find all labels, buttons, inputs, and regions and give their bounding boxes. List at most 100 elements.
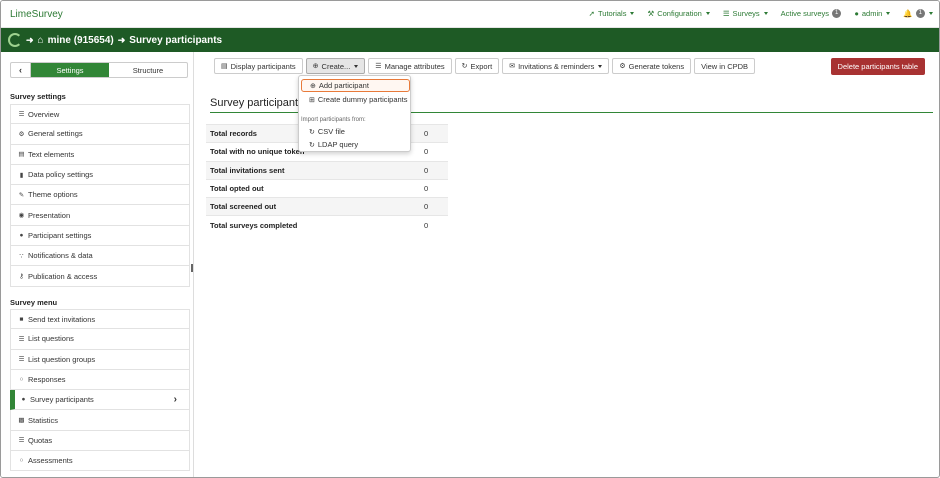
survey-settings-heading: Survey settings (10, 92, 66, 101)
list-icon: ☰ (722, 9, 730, 18)
plus-circle-icon: ⊕ (312, 63, 319, 70)
sidebar-item-publication[interactable]: ⚷ Publication & access (10, 266, 190, 287)
list-icon: ☰ (18, 356, 25, 364)
invitations-dropdown-button[interactable]: ✉ Invitations & reminders (502, 58, 610, 74)
configuration-label: Configuration (657, 9, 702, 18)
sidebar-item-statistics[interactable]: ▩ Statistics (10, 410, 190, 431)
collapse-sidebar-button[interactable]: ‹ (11, 63, 31, 77)
home-icon[interactable]: ⌂ (38, 35, 44, 46)
configuration-menu[interactable]: ⚒ Configuration (647, 9, 710, 18)
brand-logo[interactable]: LimeSurvey (10, 9, 63, 20)
notifications-menu[interactable]: 🔔 1 (903, 9, 933, 18)
create-dummy-label: Create dummy participants (317, 95, 408, 104)
sidebar-item-label: Publication & access (28, 271, 98, 281)
tab-structure[interactable]: Structure (109, 63, 187, 77)
stat-value: 0 (420, 123, 448, 143)
user-menu[interactable]: ● admin (854, 9, 891, 18)
file-text-icon: ▤ (18, 151, 25, 159)
stat-value: 0 (420, 178, 448, 198)
stat-label: Total screened out (206, 197, 420, 216)
create-dropdown-button[interactable]: ⊕ Create... (305, 58, 366, 74)
sidebar-item-send-invitations[interactable]: ■ Send text invitations (10, 309, 190, 330)
sidebar-item-participant-settings[interactable]: ● Participant settings (10, 225, 190, 247)
manage-attributes-label: Manage attributes (384, 61, 445, 71)
limesurvey-icon[interactable] (8, 33, 22, 47)
surveys-menu[interactable]: ☰ Surveys (723, 9, 768, 18)
ldap-query-menu-item[interactable]: ↻ LDAP query (301, 138, 410, 151)
create-dummy-menu-item[interactable]: ⊞ Create dummy participants (301, 93, 410, 106)
sidebar-item-text-elements[interactable]: ▤ Text elements (10, 144, 190, 165)
user-label: admin (861, 9, 883, 18)
sidebar-item-label: Participant settings (28, 230, 92, 240)
comment-o-icon: ○ (19, 376, 24, 384)
csv-file-menu-item[interactable]: ↻ CSV file (301, 125, 410, 138)
sidebar-item-list-question-groups[interactable]: ☰ List question groups (10, 349, 190, 370)
arrow-right-icon: ➜ (117, 34, 126, 45)
sidebar-item-overview[interactable]: ☰ Overview (10, 104, 190, 125)
survey-settings-list: ☰ Overview ⚙ General settings ▤ Text elemen… (10, 104, 190, 287)
stat-label: Total invitations sent (206, 160, 420, 180)
table-row: Total surveys completed 0 (206, 215, 448, 235)
list-alt-icon: ▤ (221, 63, 228, 70)
sidebar-item-label: Quotas (28, 435, 53, 445)
breadcrumb-page: Survey participants (129, 34, 223, 46)
plus-square-icon: ⊞ (309, 96, 315, 104)
caret-down-icon (630, 12, 635, 15)
sidebar-item-theme-options[interactable]: ✎ Theme options (10, 185, 190, 206)
caret-down-icon (354, 64, 359, 68)
generate-tokens-label: Generate tokens (628, 61, 685, 71)
sidebar-item-responses[interactable]: ○ Responses (10, 369, 190, 391)
sidebar-item-quotas[interactable]: ☰ Quotas (10, 430, 190, 452)
import-heading: Import participants from: (301, 117, 366, 123)
stat-label: Total surveys completed (206, 215, 420, 235)
list-icon: ☰ (18, 111, 25, 119)
delete-participants-table-button[interactable]: Delete participants table (830, 58, 925, 75)
display-participants-button[interactable]: ▤ Display participants (214, 58, 303, 74)
sidebar-item-presentation[interactable]: ◉ Presentation (10, 205, 190, 226)
view-in-cpdb-button[interactable]: View in CPDB (694, 58, 756, 74)
generate-tokens-button[interactable]: ⚙ Generate tokens (612, 58, 692, 74)
gears-icon: ⚙ (18, 130, 25, 138)
bell-icon: 🔔 (903, 9, 913, 18)
eye-slash-icon: ◉ (18, 212, 25, 220)
tutorials-menu[interactable]: ➚ Tutorials (589, 9, 635, 18)
survey-menu-list: ■ Send text invitations ☰ List questions ☰… (10, 309, 190, 472)
active-surveys-link[interactable]: Active surveys 1 (781, 9, 842, 18)
sidebar-item-notifications[interactable]: ∵ Notifications & data (10, 246, 190, 267)
bar-chart-icon: ▩ (18, 417, 25, 425)
manage-attributes-button[interactable]: ☰ Manage attributes (368, 58, 452, 74)
sidebar-item-data-policy[interactable]: ▮ Data policy settings (10, 164, 190, 186)
caret-down-icon (929, 12, 933, 15)
sidebar-item-label: Data policy settings (28, 170, 94, 180)
display-participants-label: Display participants (230, 61, 296, 71)
export-button[interactable]: ↻ Export (454, 58, 500, 74)
survey-menu-heading: Survey menu (10, 298, 58, 307)
chevron-right-icon: › (173, 394, 177, 406)
import-icon: ↻ (309, 141, 315, 149)
breadcrumb-survey[interactable]: mine (915654) (48, 35, 114, 46)
sidebar-item-label: Assessments (28, 456, 73, 466)
sidebar-item-label: General settings (28, 129, 83, 139)
sidebar-resize-handle[interactable] (191, 264, 193, 272)
sidebar-item-label: Statistics (28, 415, 59, 425)
sidebar-item-assessments[interactable]: ○ Assessments (10, 451, 190, 472)
sidebar-item-label: Text elements (28, 149, 75, 159)
tasks-icon: ☰ (18, 437, 25, 445)
tab-settings[interactable]: Settings (31, 63, 109, 77)
sidebar-item-label: List question groups (28, 354, 96, 364)
tutorials-label: Tutorials (597, 9, 627, 18)
import-icon: ↻ (309, 128, 315, 136)
export-icon: ↻ (461, 63, 468, 70)
sidebar-item-label: Presentation (28, 210, 71, 220)
breadcrumb: ➜ ⌂ mine (915654) ➜ Survey participants (8, 33, 222, 47)
sidebar-item-survey-participants[interactable]: ● Survey participants › (10, 390, 190, 411)
sidebar-item-general-settings[interactable]: ⚙ General settings (10, 124, 190, 145)
add-participant-menu-item[interactable]: ⊕ Add participant (301, 79, 410, 92)
view-in-cpdb-label: View in CPDB (701, 61, 749, 71)
sidebar-item-list-questions[interactable]: ☰ List questions (10, 329, 190, 350)
sidebar-item-label: Overview (28, 109, 60, 119)
sidebar-item-label: Responses (28, 375, 66, 385)
envelope-icon: ✉ (509, 63, 516, 70)
list-icon: ☰ (18, 335, 25, 343)
chevron-left-icon: ‹ (19, 65, 22, 75)
